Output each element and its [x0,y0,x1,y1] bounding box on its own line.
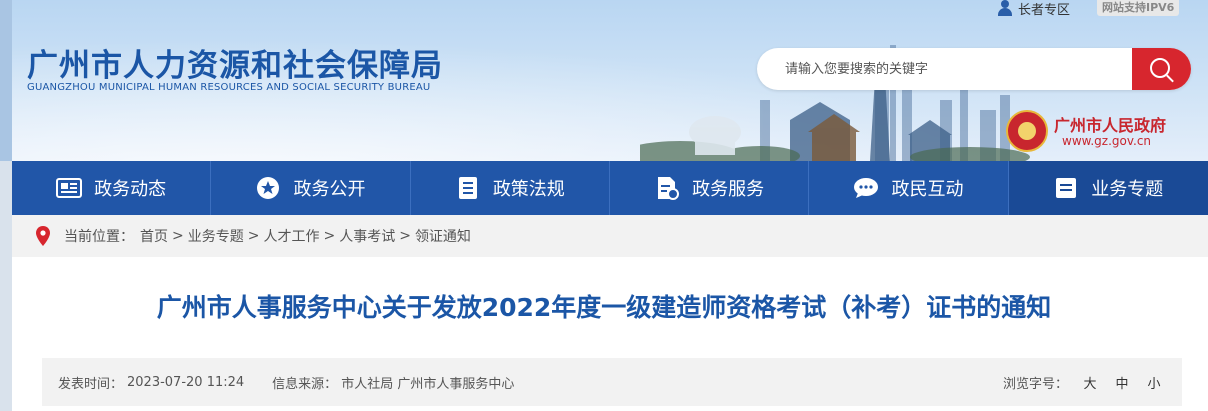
document-icon [455,176,481,200]
gz-emblem-icon [1006,110,1048,152]
site-logo-subtitle: GUANGZHOU MUNICIPAL HUMAN RESOURCES AND … [27,82,431,93]
site-header: 长者专区 网站支持IPV6 广州市人力资源和社会保障局 GUANGZHOU MU… [0,0,1208,161]
breadcrumb-item[interactable]: 业务专题 [188,226,244,246]
header-left-edge [0,0,12,161]
elder-zone-label: 长者专区 [1018,2,1071,18]
chat-icon [853,176,879,200]
article-title: 广州市人事服务中心关于发放2022年度一级建造师资格考试（补考）证书的通知 [156,293,1052,322]
page-left-edge [0,161,12,411]
breadcrumb-prefix: 当前位置： [64,229,134,245]
breadcrumb-separator: > [399,228,411,244]
elder-zone-link[interactable]: 长者专区 [998,0,1071,18]
breadcrumb-item[interactable]: 领证通知 [415,226,471,246]
nav-item-news[interactable]: 政务动态 [12,161,212,215]
nav-item-topics[interactable]: 业务专题 [1008,161,1208,215]
gz-gov-logo[interactable]: 广州市人民政府 www.gz.gov.cn [1006,108,1196,156]
person-icon [998,0,1012,16]
topic-icon [1053,176,1079,200]
breadcrumb-home[interactable]: 首页 [140,226,168,246]
nav-label: 政务公开 [293,179,366,200]
breadcrumb-item[interactable]: 人才工作 [263,226,319,246]
source-value: 市人社局 广州市人事服务中心 [341,376,515,392]
font-size-large-button[interactable]: 大 [1074,373,1106,392]
site-search [757,48,1191,90]
font-size-switcher: 浏览字号： 大 中 小 [1003,358,1170,406]
nav-item-services[interactable]: 政务服务 [610,161,810,215]
location-pin-icon [36,226,50,246]
breadcrumb-item[interactable]: 人事考试 [339,226,395,246]
gz-gov-name: 广州市人民政府 [1054,116,1167,135]
source-label: 信息来源： [272,376,338,392]
breadcrumb-separator: > [247,228,260,244]
page: 长者专区 网站支持IPV6 广州市人力资源和社会保障局 GUANGZHOU MU… [0,0,1208,411]
font-size-medium-button[interactable]: 中 [1106,373,1138,392]
news-icon [56,176,83,200]
nav-item-policy[interactable]: 政策法规 [411,161,610,215]
publish-date: 2023-07-20 11:24 [127,374,245,390]
font-size-label: 浏览字号： [1002,376,1068,392]
nav-label: 政民互动 [891,179,964,200]
site-logo-title[interactable]: 广州市人力资源和社会保障局 [27,40,443,85]
service-icon [654,176,680,200]
search-button[interactable] [1132,48,1191,90]
breadcrumb: 当前位置： 首页 > 业务专题 > 人才工作 > 人事考试 > 领证通知 [12,215,1208,257]
nav-label: 业务专题 [1091,179,1164,200]
nav-item-openness[interactable]: 政务公开 [211,161,411,215]
publish-date-label: 发表时间： [58,376,124,392]
nav-label: 政务服务 [692,179,765,200]
nav-label: 政策法规 [492,179,565,200]
breadcrumb-separator: > [172,228,184,244]
nav-item-interaction[interactable]: 政民互动 [809,161,1009,215]
main-nav: 政务动态 政务公开 政策法规 政务服务 政民互动 业务专题 [12,161,1208,215]
nav-label: 政务动态 [94,179,167,200]
search-input[interactable] [785,48,1125,90]
star-icon [255,176,281,200]
search-icon [1149,57,1170,78]
font-size-small-button[interactable]: 小 [1138,373,1170,392]
ipv6-badge: 网站支持IPV6 [1097,0,1180,16]
breadcrumb-separator: > [323,228,336,244]
article-meta-bar: 发表时间： 2023-07-20 11:24 信息来源： 市人社局 广州市人事服… [42,358,1182,406]
gz-gov-url: www.gz.gov.cn [1062,134,1152,148]
